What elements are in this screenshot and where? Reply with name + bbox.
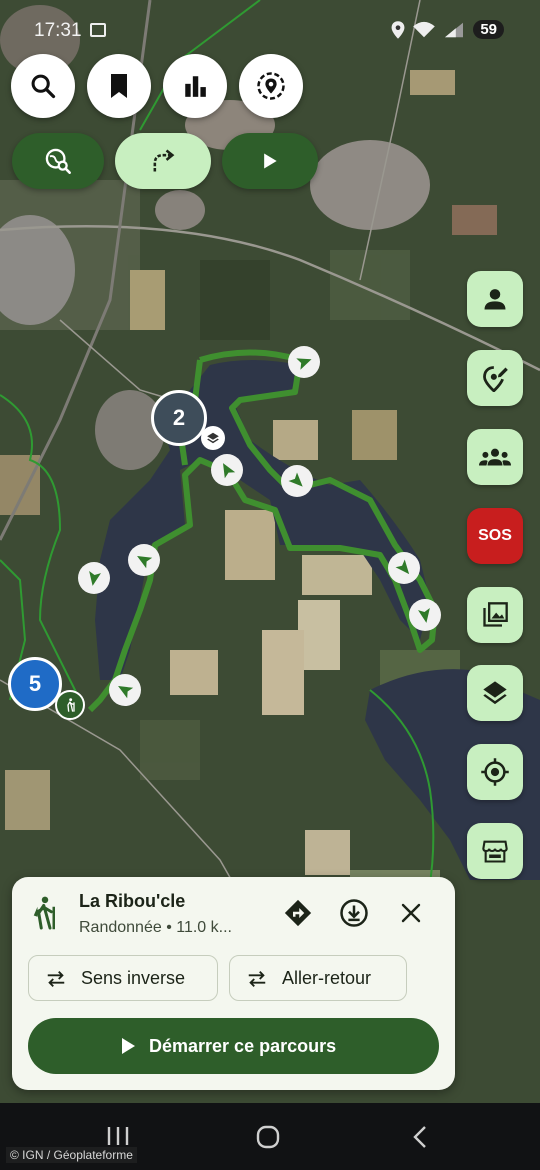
person-icon [484, 289, 506, 310]
route-title: La Ribou'cle [79, 891, 186, 911]
profile-button[interactable] [467, 271, 523, 327]
store-icon [482, 840, 508, 863]
gps-target-icon [481, 758, 509, 786]
directions-button[interactable] [280, 895, 316, 931]
status-bar: 17:31 59 [0, 0, 540, 60]
explore-area-button[interactable] [12, 133, 104, 189]
play-icon [122, 1038, 135, 1054]
gallery-icon [483, 602, 508, 627]
search-button[interactable] [11, 54, 75, 118]
start-route-label: Démarrer ce parcours [149, 1036, 337, 1056]
map-search-icon [45, 148, 71, 174]
play-icon [264, 153, 277, 169]
status-time: 17:31 [34, 20, 82, 41]
location-pin-icon [391, 20, 405, 39]
layers-mini-icon [201, 426, 225, 450]
map-attribution: © IGN / Géoplateforme [6, 1147, 137, 1163]
statistics-button[interactable] [163, 54, 227, 118]
reverse-direction-button[interactable]: Sens inverse [28, 955, 218, 1001]
cluster-count: 5 [28, 671, 42, 696]
close-button[interactable] [393, 895, 429, 931]
sos-label: SOS [478, 527, 512, 544]
round-trip-label: Aller-retour [282, 968, 372, 988]
home-icon[interactable] [256, 1125, 280, 1149]
sos-button[interactable]: SOS [467, 508, 523, 564]
signal-icon [445, 22, 464, 37]
calendar-icon [90, 23, 106, 37]
download-button[interactable] [336, 895, 372, 931]
wifi-icon [413, 21, 436, 37]
cluster-marker-2[interactable]: 2 [151, 390, 207, 446]
my-location-button[interactable] [467, 744, 523, 800]
round-trip-button[interactable]: Aller-retour [229, 955, 407, 1001]
group-icon [479, 448, 511, 466]
bookmark-button[interactable] [87, 54, 151, 118]
battery-indicator: 59 [473, 20, 504, 39]
add-poi-button[interactable] [467, 350, 523, 406]
recent-apps-icon[interactable] [106, 1125, 130, 1147]
bar-chart-icon [185, 76, 206, 97]
community-button[interactable] [467, 429, 523, 485]
route-planner-button[interactable] [115, 133, 211, 189]
close-icon [401, 903, 421, 923]
map-layers-button[interactable] [467, 665, 523, 721]
play-recording-button[interactable] [222, 133, 318, 189]
location-target-icon [257, 72, 285, 100]
hiker-marker-icon[interactable] [55, 690, 85, 720]
shop-button[interactable] [467, 823, 523, 879]
edit-location-icon [483, 366, 508, 392]
start-route-button[interactable]: Démarrer ce parcours [28, 1018, 439, 1074]
location-tracking-button[interactable] [239, 54, 303, 118]
route-detail-card: La Ribou'cle Randonnée • 11.0 k... Sens … [12, 877, 455, 1090]
round-trip-icon [248, 971, 266, 987]
cluster-marker-5[interactable]: 5 [8, 657, 62, 711]
back-icon[interactable] [410, 1125, 430, 1149]
search-icon [31, 74, 56, 99]
route-subtitle: Randonnée • 11.0 k... [79, 919, 232, 936]
swap-arrows-icon [47, 971, 65, 987]
layers-icon [483, 681, 507, 705]
route-turn-icon [153, 149, 175, 172]
system-icons: 59 [391, 20, 504, 39]
reverse-direction-label: Sens inverse [81, 968, 186, 988]
gallery-button[interactable] [467, 587, 523, 643]
bookmark-icon [111, 74, 127, 98]
download-icon [340, 899, 368, 927]
cluster-count: 2 [172, 405, 186, 430]
hiking-icon [33, 896, 55, 930]
directions-icon [284, 899, 312, 927]
